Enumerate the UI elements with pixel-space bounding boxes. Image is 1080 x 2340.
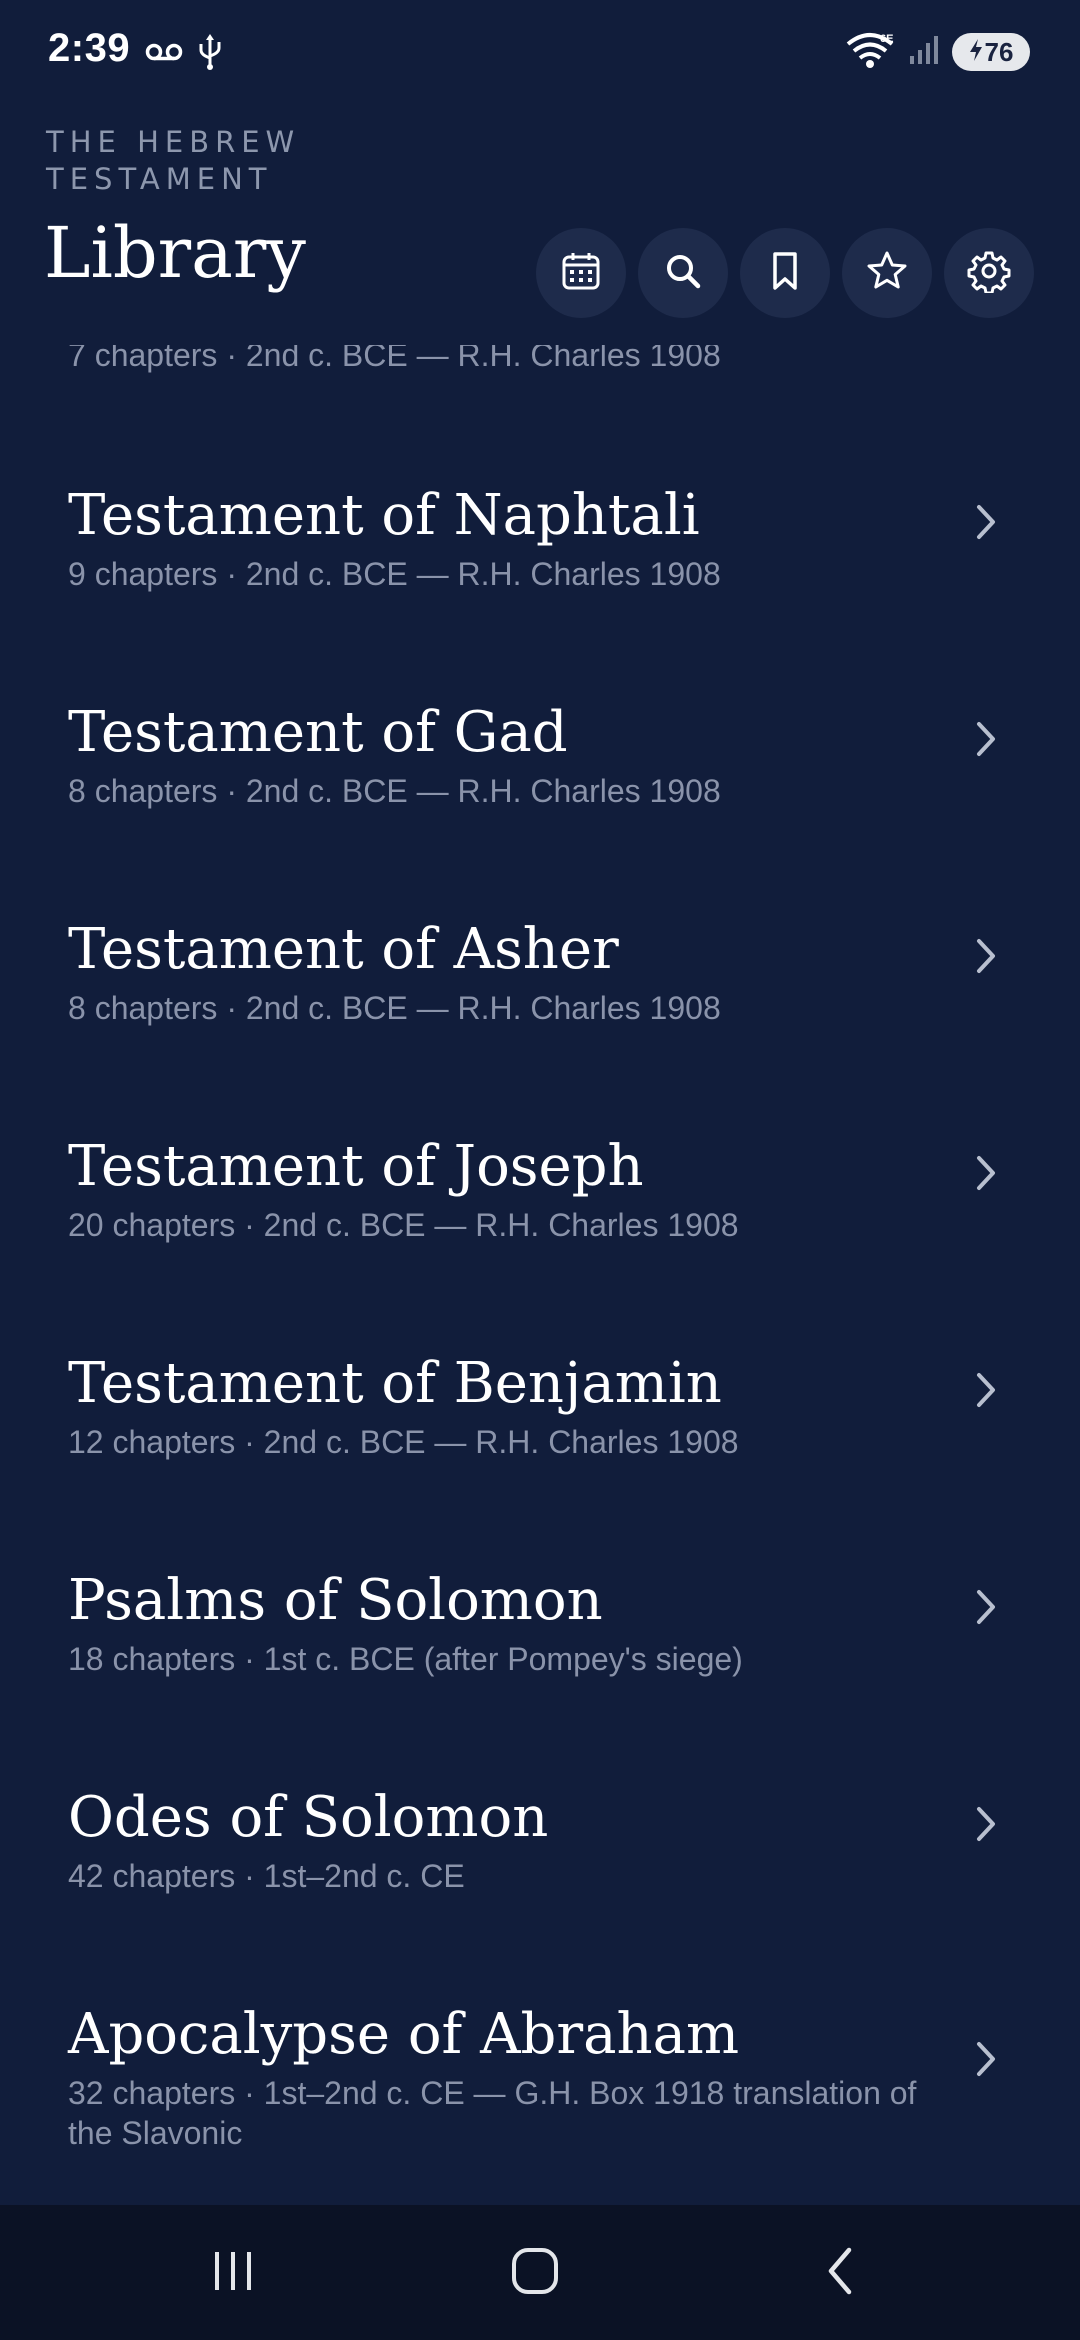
- chevron-right-icon: [966, 1149, 1006, 1197]
- toolbar: [536, 228, 1034, 318]
- book-subtitle: 32 chapters · 1st–2nd c. CE — G.H. Box 1…: [68, 2075, 917, 2151]
- list-item[interactable]: Testament of Joseph 20 chapters · 2nd c.…: [0, 1133, 1080, 1349]
- book-title: Testament of Gad: [68, 700, 568, 765]
- bookmark-button[interactable]: [740, 228, 830, 318]
- chevron-right-icon: [966, 498, 1006, 546]
- calendar-icon: [560, 250, 602, 296]
- book-subtitle: 8 chapters · 2nd c. BCE — R.H. Charles 1…: [68, 990, 721, 1026]
- book-list[interactable]: 7 chapters · 2nd c. BCE — R.H. Charles 1…: [0, 345, 1080, 2205]
- header: THE HEBREW TESTAMENT Library: [0, 100, 1080, 345]
- partial-list-item-subtitle: 7 chapters · 2nd c. BCE — R.H. Charles 1…: [68, 345, 721, 373]
- bookmark-icon: [767, 250, 803, 296]
- status-bar: 2:39 6E 76: [0, 0, 1080, 100]
- list-item[interactable]: Testament of Benjamin 12 chapters · 2nd …: [0, 1350, 1080, 1566]
- list-item[interactable]: Testament of Asher 8 chapters · 2nd c. B…: [0, 916, 1080, 1132]
- search-button[interactable]: [638, 228, 728, 318]
- battery-level: 76: [984, 36, 1014, 67]
- system-nav-bar: [0, 2205, 1080, 2340]
- calendar-button[interactable]: [536, 228, 626, 318]
- chevron-right-icon: [966, 715, 1006, 763]
- svg-text:6E: 6E: [880, 33, 893, 45]
- list-item[interactable]: Testament of Gad 8 chapters · 2nd c. BCE…: [0, 699, 1080, 915]
- book-subtitle: 8 chapters · 2nd c. BCE — R.H. Charles 1…: [68, 773, 721, 809]
- search-icon: [663, 251, 703, 295]
- recent-apps-icon: [209, 2248, 257, 2298]
- book-subtitle: 9 chapters · 2nd c. BCE — R.H. Charles 1…: [68, 556, 721, 592]
- back-button[interactable]: [780, 2235, 900, 2310]
- book-title: Testament of Benjamin: [68, 1351, 722, 1416]
- battery-charging-icon: [969, 37, 983, 68]
- chevron-right-icon: [966, 1366, 1006, 1414]
- favorites-button[interactable]: [842, 228, 932, 318]
- recent-apps-button[interactable]: [173, 2235, 293, 2310]
- star-icon: [865, 249, 909, 297]
- list-item[interactable]: Odes of Solomon 42 chapters · 1st–2nd c.…: [0, 1784, 1080, 2000]
- chevron-right-icon: [966, 1583, 1006, 1631]
- status-right-icons: 6E 76: [846, 30, 1030, 74]
- book-subtitle: 20 chapters · 2nd c. BCE — R.H. Charles …: [68, 1207, 739, 1243]
- wifi-icon: 6E: [846, 30, 898, 74]
- status-time: 2:39: [48, 26, 131, 70]
- chevron-right-icon: [966, 2035, 1006, 2083]
- chevron-right-icon: [966, 1800, 1006, 1848]
- page-title: Library: [44, 212, 306, 294]
- book-title: Odes of Solomon: [68, 1785, 549, 1850]
- chevron-right-icon: [966, 932, 1006, 980]
- battery-indicator: 76: [952, 33, 1030, 71]
- book-title: Psalms of Solomon: [68, 1568, 603, 1633]
- app-eyebrow: THE HEBREW TESTAMENT: [46, 125, 301, 196]
- list-item[interactable]: Apocalypse of Abraham 32 chapters · 1st–…: [0, 2001, 1080, 2205]
- voicemail-icon: [145, 42, 183, 66]
- usb-icon: [197, 34, 223, 74]
- home-icon: [509, 2245, 561, 2301]
- list-item[interactable]: Psalms of Solomon 18 chapters · 1st c. B…: [0, 1567, 1080, 1783]
- book-title: Testament of Asher: [68, 917, 619, 982]
- cellular-signal-icon: [908, 34, 942, 70]
- book-subtitle: 42 chapters · 1st–2nd c. CE: [68, 1858, 465, 1894]
- gear-icon: [967, 249, 1011, 297]
- book-title: Apocalypse of Abraham: [68, 2002, 740, 2067]
- home-button[interactable]: [475, 2235, 595, 2310]
- settings-button[interactable]: [944, 228, 1034, 318]
- book-subtitle: 18 chapters · 1st c. BCE (after Pompey's…: [68, 1641, 743, 1677]
- list-item[interactable]: Testament of Naphtali 9 chapters · 2nd c…: [0, 482, 1080, 698]
- book-title: Testament of Joseph: [68, 1134, 644, 1199]
- status-left-icons: [145, 34, 223, 74]
- book-subtitle: 12 chapters · 2nd c. BCE — R.H. Charles …: [68, 1424, 739, 1460]
- back-icon: [823, 2246, 857, 2300]
- book-title: Testament of Naphtali: [68, 483, 700, 548]
